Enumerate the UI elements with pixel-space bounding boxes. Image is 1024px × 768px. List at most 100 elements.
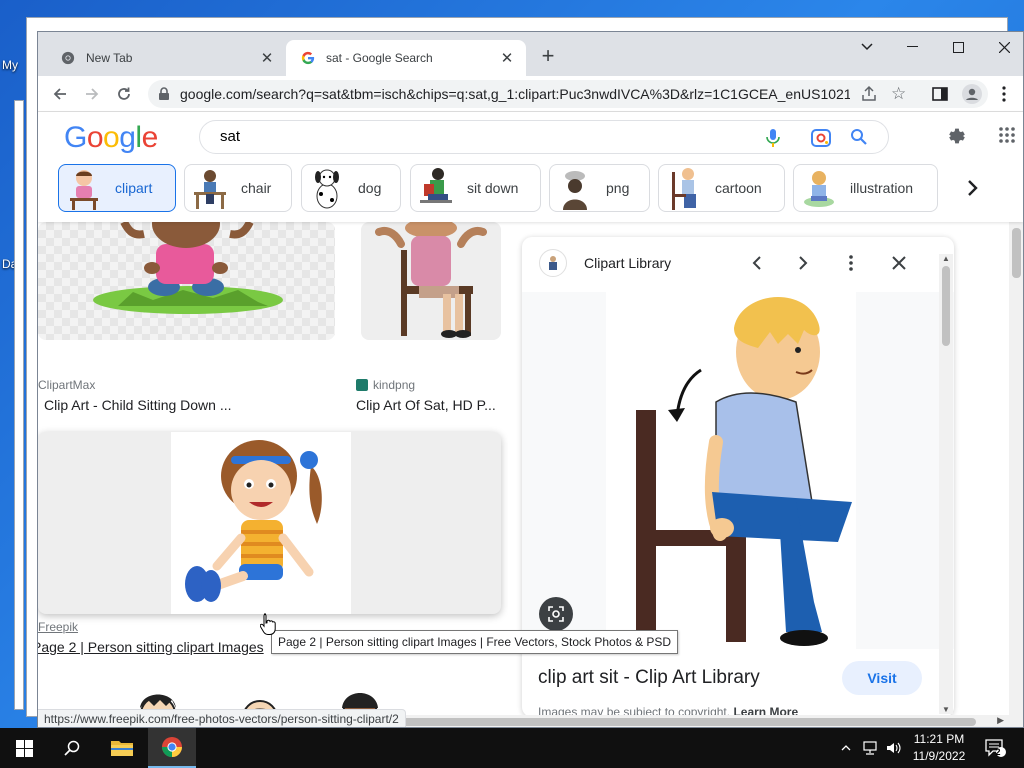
- preview-image-area[interactable]: [522, 292, 954, 649]
- taskbar-search-button[interactable]: [48, 728, 96, 768]
- close-icon: [998, 41, 1010, 53]
- chevron-up-icon: [841, 745, 851, 751]
- arrow-right-icon: [86, 88, 99, 100]
- bookmark-star-icon[interactable]: ☆: [891, 84, 906, 104]
- lock-icon[interactable]: [158, 87, 170, 101]
- start-button[interactable]: [0, 728, 48, 768]
- chip-thumbnail: [552, 165, 598, 211]
- chip-png[interactable]: png: [549, 164, 650, 212]
- taskbar-clock[interactable]: 11:21 PM 11/9/2022: [906, 731, 972, 765]
- result-source[interactable]: kindpng: [356, 378, 415, 392]
- tab-title: sat - Google Search: [326, 51, 433, 65]
- chrome-icon: [60, 50, 76, 66]
- maximize-icon: [952, 41, 964, 53]
- result-title[interactable]: Page 2 | Person sitting clipart Images: [38, 639, 264, 655]
- gear-icon[interactable]: [946, 125, 968, 147]
- search-input[interactable]: [220, 128, 720, 145]
- status-bubble: https://www.freepik.com/free-photos-vect…: [38, 709, 406, 727]
- microphone-icon[interactable]: [766, 128, 780, 148]
- forward-button[interactable]: [78, 80, 106, 108]
- chrome-menu-button[interactable]: [990, 80, 1018, 108]
- scroll-down-arrow-icon[interactable]: ▼: [942, 705, 950, 714]
- kebab-menu-icon: [1002, 86, 1006, 102]
- preview-site-name[interactable]: Clipart Library: [584, 255, 671, 271]
- back-button[interactable]: [46, 80, 74, 108]
- volume-button[interactable]: [882, 728, 906, 768]
- apps-grid-icon[interactable]: [999, 127, 1015, 143]
- result-title[interactable]: Clip Art - Child Sitting Down ...: [44, 397, 232, 413]
- avatar-icon: [962, 84, 982, 104]
- chip-cartoon[interactable]: cartoon: [658, 164, 785, 212]
- result-image[interactable]: [38, 222, 335, 340]
- preview-title[interactable]: clip art sit - Clip Art Library: [538, 667, 760, 689]
- tab-new-tab[interactable]: New Tab ✕: [46, 40, 286, 76]
- result-source-name: kindpng: [373, 378, 416, 392]
- preview-scrollbar[interactable]: ▲ ▼: [939, 254, 953, 714]
- clock-time: 11:21 PM: [913, 732, 965, 746]
- tab-search-button[interactable]: [844, 32, 890, 62]
- taskbar-chrome[interactable]: [148, 728, 196, 768]
- next-image-button[interactable]: [790, 250, 816, 276]
- url-text[interactable]: google.com/search?q=sat&tbm=isch&chips=q…: [180, 86, 850, 102]
- result-image[interactable]: [361, 222, 501, 340]
- link-tooltip: Page 2 | Person sitting clipart Images |…: [271, 630, 679, 654]
- lens-search-icon: [548, 606, 564, 622]
- result-source[interactable]: ClipartMax: [38, 378, 95, 392]
- chip-thumbnail: [61, 165, 107, 211]
- side-panel-button[interactable]: [926, 80, 954, 108]
- google-lens-icon[interactable]: [810, 127, 832, 149]
- result-source[interactable]: Freepik: [38, 620, 78, 634]
- scroll-right-arrow-icon[interactable]: ▶: [997, 715, 1004, 726]
- maximize-button[interactable]: [935, 32, 981, 62]
- close-tab-icon[interactable]: ✕: [498, 49, 516, 67]
- google-header: Google clipart chair: [38, 112, 1023, 222]
- preview-image[interactable]: [606, 292, 856, 649]
- close-preview-button[interactable]: [886, 250, 912, 276]
- result-title[interactable]: Clip Art Of Sat, HD P...: [356, 397, 496, 413]
- close-window-button[interactable]: [981, 32, 1023, 62]
- chevron-right-icon: [968, 180, 978, 196]
- google-logo[interactable]: Google: [64, 121, 158, 155]
- close-tab-icon[interactable]: ✕: [258, 49, 276, 67]
- scroll-up-arrow-icon[interactable]: ▲: [942, 254, 950, 263]
- chip-illustration[interactable]: illustration: [793, 164, 938, 212]
- preview-more-button[interactable]: [838, 250, 864, 276]
- minimize-button[interactable]: [889, 32, 935, 62]
- visit-button[interactable]: Visit: [842, 661, 922, 695]
- network-button[interactable]: [858, 728, 882, 768]
- site-favicon[interactable]: [539, 249, 567, 277]
- chip-label: illustration: [850, 180, 914, 196]
- tray-overflow-button[interactable]: [836, 728, 856, 768]
- chevron-left-icon: [752, 256, 761, 270]
- result-image-hovered[interactable]: [38, 432, 501, 614]
- chip-clipart[interactable]: clipart: [58, 164, 176, 212]
- minimize-icon: [906, 46, 918, 47]
- chip-label: png: [606, 180, 630, 196]
- new-tab-button[interactable]: +: [536, 44, 560, 68]
- previous-image-button[interactable]: [744, 250, 770, 276]
- reload-button[interactable]: [110, 80, 138, 108]
- desktop-icon-label[interactable]: My: [2, 58, 18, 72]
- taskbar-file-explorer[interactable]: [98, 728, 146, 768]
- chip-chair[interactable]: chair: [184, 164, 292, 212]
- share-icon[interactable]: [860, 85, 878, 103]
- address-bar[interactable]: google.com/search?q=sat&tbm=isch&chips=q…: [148, 80, 988, 108]
- chips-next-button[interactable]: [951, 164, 995, 212]
- clipart-girl-on-chair-image: [375, 222, 487, 338]
- notification-center-button[interactable]: 2: [980, 728, 1010, 768]
- page-scrollbar[interactable]: [1009, 222, 1023, 722]
- chip-dog[interactable]: dog: [301, 164, 401, 212]
- speaker-icon: [887, 742, 901, 754]
- visual-search-button[interactable]: [539, 597, 573, 631]
- chevron-down-icon: [861, 43, 873, 51]
- search-icon[interactable]: [850, 128, 868, 146]
- scrollbar-thumb[interactable]: [942, 266, 950, 346]
- chip-sit-down[interactable]: sit down: [410, 164, 541, 212]
- windows-logo-icon: [15, 739, 33, 757]
- taskbar: 11:21 PM 11/9/2022 2: [0, 728, 1024, 768]
- chip-label: dog: [358, 180, 382, 196]
- scrollbar-thumb[interactable]: [1012, 228, 1021, 278]
- browser-toolbar: google.com/search?q=sat&tbm=isch&chips=q…: [38, 76, 1023, 112]
- profile-button[interactable]: [958, 80, 986, 108]
- tab-google-search[interactable]: sat - Google Search ✕: [286, 40, 526, 76]
